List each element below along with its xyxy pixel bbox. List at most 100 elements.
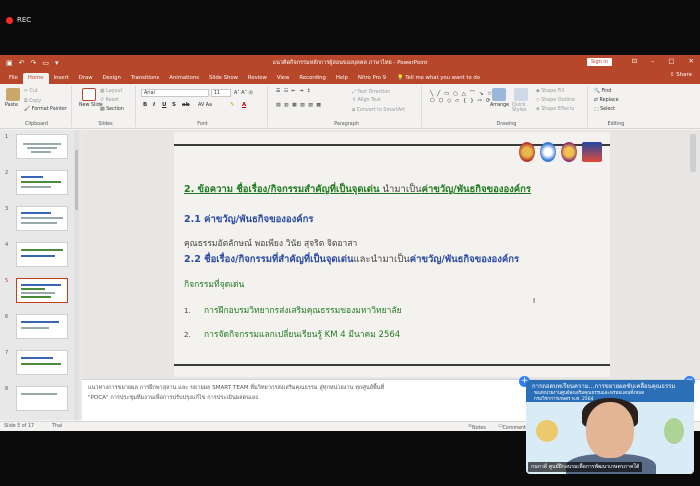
thumbnail-slide-1[interactable]: 1 — [4, 134, 82, 162]
shape-outline-label: Shape Outline — [541, 98, 576, 103]
font-size-box[interactable]: 11 — [211, 89, 231, 97]
tab-insert[interactable]: Insert — [49, 73, 74, 84]
tab-file[interactable]: File — [4, 73, 23, 84]
tab-transitions[interactable]: Transitions — [126, 73, 164, 84]
comments-toggle[interactable]: ▭ Comment — [498, 424, 526, 431]
shadow-button[interactable]: S — [172, 102, 176, 108]
save-icon[interactable]: ▣ — [6, 59, 13, 67]
quick-styles-icon[interactable] — [514, 88, 528, 101]
cut-button[interactable]: ✂ Cut — [24, 89, 38, 94]
italic-button[interactable]: I — [153, 102, 155, 108]
ribbon-display-icon[interactable]: ⊡ — [632, 57, 637, 65]
select-button[interactable]: ⬚ Select — [594, 107, 615, 112]
language-indicator[interactable]: Thai — [52, 424, 62, 429]
tab-animations[interactable]: Animations — [164, 73, 204, 84]
thumbnail-slide-7[interactable]: 7 — [4, 350, 82, 378]
thumbnail-slide-6[interactable]: 6 — [4, 314, 82, 342]
font-name-box[interactable]: Arial — [141, 89, 209, 97]
replace-button[interactable]: ⇄ Replace — [594, 98, 619, 103]
tell-me-label: Tell me what you want to do — [405, 75, 480, 81]
tab-recording[interactable]: Recording — [294, 73, 331, 84]
format-painter-button[interactable]: 🖌 Format Painter — [24, 107, 67, 112]
university-seal-icon — [519, 142, 535, 162]
underline-button[interactable]: U — [162, 102, 166, 108]
strikethrough-button[interactable]: ab — [182, 102, 190, 108]
thumbnail-number: 2 — [5, 170, 9, 176]
new-slide-icon[interactable] — [82, 88, 96, 101]
tab-home[interactable]: Home — [22, 73, 49, 84]
shape-fill-button[interactable]: ◆ Shape Fill — [536, 89, 564, 94]
thumbnail-slide-2[interactable]: 2 — [4, 170, 82, 198]
font-color-icon[interactable]: A — [242, 102, 246, 108]
tab-view[interactable]: View — [272, 73, 295, 84]
reset-button[interactable]: ↺ Reset — [100, 98, 119, 103]
share-button[interactable]: ⇪ Share — [670, 72, 692, 78]
highlight-icon[interactable]: ✎ — [230, 102, 235, 108]
quick-styles-label[interactable]: Quick Styles — [512, 103, 532, 113]
align-buttons[interactable]: ▤ ▥ ▦ ▧ ▨ ▩ — [276, 103, 322, 108]
close-icon[interactable]: ✕ — [689, 57, 694, 65]
find-button[interactable]: 🔍 Find — [594, 89, 611, 94]
current-slide[interactable]: 2. ข้อความ ชื่อเรื่อง/กิจกรรมสำคัญที่เป็… — [174, 132, 610, 377]
thumbnail-slide-4[interactable]: 4 — [4, 242, 82, 270]
slide-counter: Slide 5 of 17 — [4, 424, 35, 429]
shape-outline-button[interactable]: ◇ Shape Outline — [536, 98, 575, 103]
undo-icon[interactable]: ↶ — [19, 59, 25, 67]
arrange-label[interactable]: Arrange — [490, 103, 509, 108]
ribbon-tabs: File Home Insert Draw Design Transitions… — [0, 70, 700, 84]
maximize-icon[interactable]: □ — [668, 57, 674, 65]
tab-nitro[interactable]: Nitro Pro 9 — [353, 73, 391, 84]
thumbnail-number: 8 — [5, 386, 9, 392]
thumbnail-slide-8[interactable]: 8 — [4, 386, 82, 414]
slide-canvas: 2. ข้อความ ชื่อเรื่อง/กิจกรรมสำคัญที่เป็… — [82, 130, 700, 379]
spacing-case-buttons[interactable]: AV Aa — [198, 103, 212, 108]
shapes-gallery[interactable]: ╲ ╱ ▭ ○ △ ⌒ ↘ ☆ — [430, 89, 493, 97]
layout-button[interactable]: ▦ Layout — [100, 89, 122, 94]
section-button[interactable]: ▤ Section — [100, 107, 124, 112]
tab-slide-show[interactable]: Slide Show — [204, 73, 243, 84]
arrange-icon[interactable] — [492, 88, 506, 101]
list-buttons[interactable]: ☰ ☷ ⇤ ⇥ ↕ — [276, 89, 312, 94]
present-icon[interactable]: ▭ — [42, 59, 49, 67]
scrollbar-thumb[interactable] — [75, 150, 78, 210]
thumbnail-image — [16, 314, 68, 339]
text-direction-button[interactable]: ⤢ Text Direction — [352, 89, 390, 95]
notes-text[interactable]: แนวทางการขยายผล การฝึกพาสุลาน และ ขยายผล… — [88, 383, 528, 403]
tab-draw[interactable]: Draw — [74, 73, 98, 84]
align-text-button[interactable]: ⇕ Align Text — [352, 98, 381, 103]
recording-label: REC — [17, 16, 32, 24]
list-number: 1. — [184, 307, 191, 315]
minimize-icon[interactable]: – — [651, 57, 654, 65]
thumbnail-image — [16, 386, 68, 411]
sub2-prefix: 2.2 ชื่อเรื่อง/กิจกรรมที่สำคัญที่เป็นจุด… — [184, 254, 354, 265]
notes-line-1: แนวทางการขยายผล การฝึกพาสุลาน และ ขยายผล… — [88, 385, 385, 391]
screen: REC ▣ ↶ ↷ ▭ ▾ แนวคิดกิจกรรมหลักการผู้สอน… — [0, 0, 700, 486]
ribbon: Paste ✂ Cut ⧉ Copy 🖌 Format Painter Clip… — [0, 84, 700, 129]
copy-button[interactable]: ⧉ Copy — [24, 98, 41, 104]
thumbnails-scrollbar[interactable] — [74, 130, 79, 420]
smartart-button[interactable]: ⧈ Convert to SmartArt — [352, 107, 405, 113]
tell-me-search[interactable]: 💡 Tell me what you want to do — [391, 73, 486, 84]
sub2-suffix: ค่าขวัญ/พันธกิจขององค์กร — [409, 254, 520, 265]
thumbnail-slide-3[interactable]: 3 — [4, 206, 82, 234]
bold-button[interactable]: B — [143, 102, 147, 108]
sign-in-button[interactable]: Sign in — [586, 58, 612, 66]
thumbnail-image — [16, 350, 68, 375]
slide-scrollbar[interactable] — [690, 134, 696, 374]
notes-toggle[interactable]: ≡ Notes — [468, 424, 486, 431]
heading-prefix: 2. ข้อความ ชื่อเรื่อง/กิจกรรมสำคัญที่เป็… — [184, 184, 380, 195]
shapes-gallery-row2[interactable]: ⬠ ⬡ ◇ ▱ { } ⇨ ⟳ — [430, 98, 492, 104]
shape-fill-label: Shape Fill — [541, 89, 565, 94]
thumbnail-slide-5[interactable]: 5 — [4, 278, 82, 306]
thumbnail-image — [16, 242, 68, 267]
redo-icon[interactable]: ↷ — [31, 59, 37, 67]
customize-icon[interactable]: ▾ — [55, 59, 59, 67]
shape-effects-button[interactable]: ◈ Shape Effects — [536, 107, 574, 112]
paste-label[interactable]: Paste — [5, 103, 18, 108]
slide-scroll-thumb[interactable] — [690, 134, 696, 172]
tab-help[interactable]: Help — [331, 73, 353, 84]
tab-review[interactable]: Review — [243, 73, 272, 84]
tab-design[interactable]: Design — [98, 73, 126, 84]
paste-icon[interactable] — [6, 88, 20, 101]
grow-shrink-font[interactable]: A˄ A˅ Ⓐ — [234, 89, 253, 96]
